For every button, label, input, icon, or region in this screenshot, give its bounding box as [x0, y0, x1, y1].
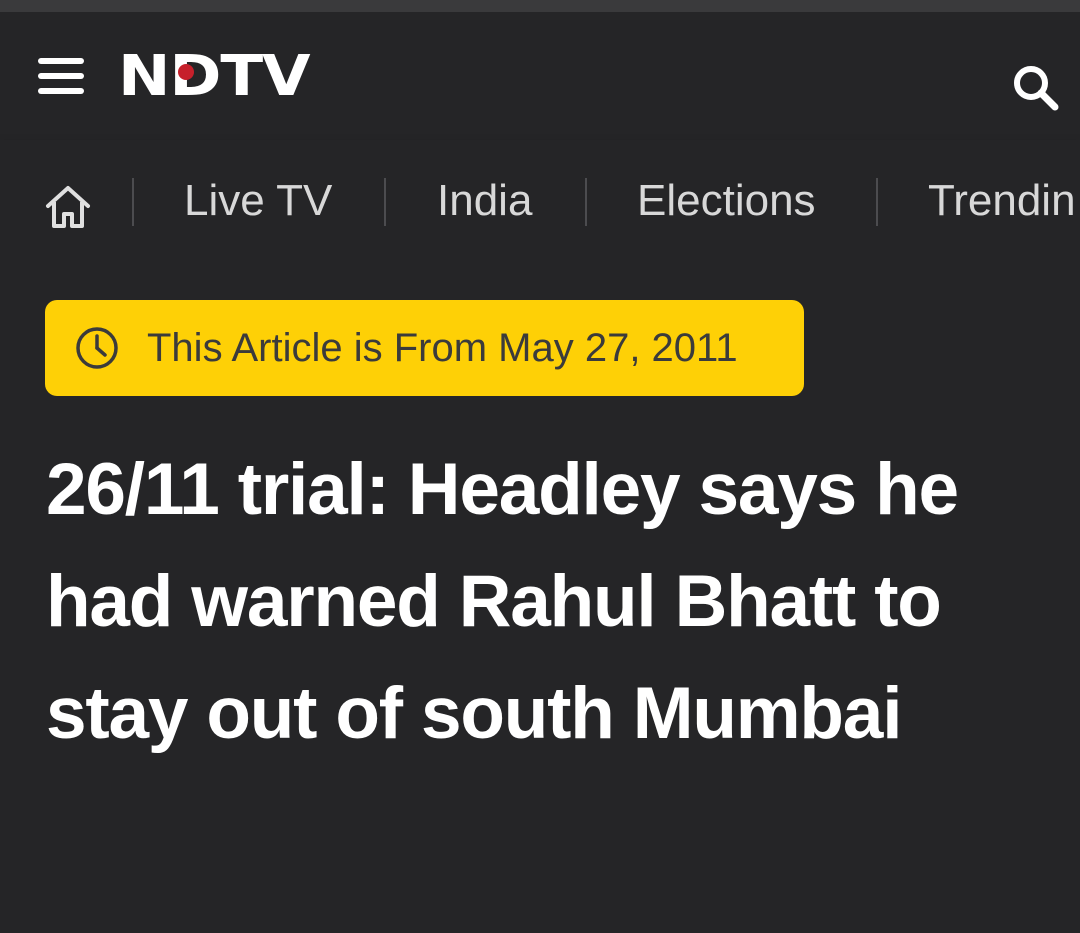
hamburger-menu-icon[interactable]: [38, 58, 84, 94]
ndtv-logo[interactable]: NDTV: [118, 49, 311, 105]
article-date-badge: This Article is From May 27, 2011: [45, 300, 804, 396]
nav-item-trending[interactable]: Trendin: [928, 172, 1076, 230]
status-strip: [0, 0, 1080, 12]
site-header: NDTV: [0, 12, 1080, 140]
home-icon[interactable]: [44, 184, 92, 230]
nav-divider: [876, 178, 878, 226]
nav-item-india[interactable]: India: [437, 172, 532, 230]
nav-item-elections[interactable]: Elections: [637, 172, 816, 230]
clock-icon: [75, 326, 119, 370]
nav-divider: [132, 178, 134, 226]
article-headline: 26/11 trial: Headley says he had warned …: [46, 449, 959, 754]
logo-wordmark: NDTV: [118, 44, 311, 109]
nav-divider: [585, 178, 587, 226]
nav-item-live-tv[interactable]: Live TV: [184, 172, 332, 230]
top-navigation: Live TV India Elections Trendin: [0, 140, 1080, 266]
logo-red-dot: [178, 64, 194, 80]
search-icon[interactable]: [1010, 62, 1062, 114]
article-date-text: This Article is From May 27, 2011: [147, 326, 738, 370]
nav-divider: [384, 178, 386, 226]
article-content: This Article is From May 27, 2011 26/11 …: [0, 266, 1080, 933]
